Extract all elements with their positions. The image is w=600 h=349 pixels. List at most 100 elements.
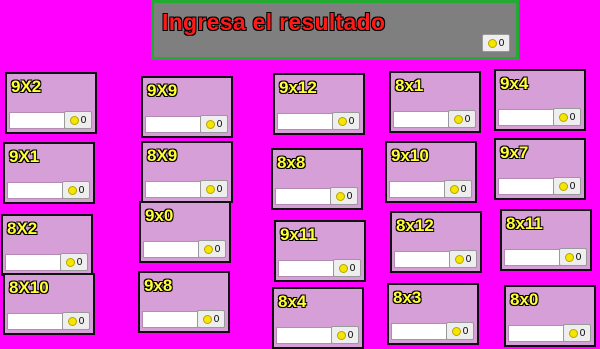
coin-icon xyxy=(449,184,459,194)
answer-input[interactable] xyxy=(7,313,63,330)
answer-input[interactable] xyxy=(9,112,65,129)
answer-input[interactable] xyxy=(277,113,333,130)
check-button[interactable]: 0 xyxy=(60,253,88,271)
answer-input[interactable] xyxy=(498,109,554,126)
answer-input[interactable] xyxy=(278,260,334,277)
problem-card: 8x12 0 xyxy=(390,211,482,273)
check-count: 0 xyxy=(569,180,576,192)
check-button[interactable]: 0 xyxy=(62,312,90,330)
problem-label: 8x1 xyxy=(395,76,424,95)
problem-label: 8x3 xyxy=(393,288,422,307)
check-button[interactable]: 0 xyxy=(449,250,477,268)
answer-input[interactable] xyxy=(276,327,332,344)
answer-input[interactable] xyxy=(7,182,63,199)
check-button[interactable]: 0 xyxy=(198,240,226,258)
check-button[interactable]: 0 xyxy=(64,111,92,129)
check-button[interactable]: 0 xyxy=(332,112,360,130)
problem-label: 8X10 xyxy=(9,278,49,297)
check-button[interactable]: 0 xyxy=(553,177,581,195)
check-count: 0 xyxy=(78,184,85,196)
problem-card: 8x8 0 xyxy=(271,148,363,210)
check-count: 0 xyxy=(575,251,582,263)
check-button[interactable]: 0 xyxy=(62,181,90,199)
answer-input[interactable] xyxy=(504,249,560,266)
coin-icon xyxy=(65,257,75,267)
problem-label: 8x11 xyxy=(506,214,543,233)
coin-icon xyxy=(564,252,574,262)
check-count: 0 xyxy=(569,111,576,123)
answer-input[interactable] xyxy=(498,178,554,195)
answer-input[interactable] xyxy=(145,116,201,133)
answer-input[interactable] xyxy=(391,323,447,340)
problem-label: 9X1 xyxy=(9,147,40,166)
check-button[interactable]: 0 xyxy=(200,180,228,198)
check-button[interactable]: 0 xyxy=(330,187,358,205)
coin-icon xyxy=(454,254,464,264)
header-panel: Ingresa el resultado 0 xyxy=(151,0,519,60)
check-count: 0 xyxy=(216,118,223,130)
check-count: 0 xyxy=(80,114,87,126)
problem-card: 9x4 0 xyxy=(494,69,586,131)
problem-card: 9x8 0 xyxy=(138,271,230,333)
problem-card: 8X10 0 xyxy=(3,273,95,335)
problem-label: 9X9 xyxy=(147,81,178,100)
coin-icon xyxy=(202,314,212,324)
problem-label: 9x11 xyxy=(280,225,317,244)
check-button[interactable]: 0 xyxy=(331,326,359,344)
check-count: 0 xyxy=(213,313,220,325)
answer-input[interactable] xyxy=(508,325,564,342)
check-button[interactable]: 0 xyxy=(446,322,474,340)
problem-label: 8x8 xyxy=(277,153,306,172)
problem-label: 9x4 xyxy=(500,74,529,93)
coin-icon xyxy=(453,114,463,124)
answer-input[interactable] xyxy=(142,311,198,328)
problem-label: 8x12 xyxy=(396,216,434,235)
check-button[interactable]: 0 xyxy=(553,108,581,126)
problem-card: 9X9 0 xyxy=(141,76,233,138)
coin-icon xyxy=(336,330,346,340)
coin-icon xyxy=(558,181,568,191)
problem-label: 9x0 xyxy=(145,206,174,225)
coin-icon xyxy=(558,112,568,122)
coin-icon xyxy=(338,263,348,273)
coin-icon xyxy=(487,38,497,48)
problem-card: 8X9 0 xyxy=(141,141,233,203)
problem-label: 9X2 xyxy=(11,77,42,96)
answer-input[interactable] xyxy=(275,188,331,205)
check-button[interactable]: 0 xyxy=(563,324,591,342)
answer-input[interactable] xyxy=(143,241,199,258)
score-button[interactable]: 0 xyxy=(482,34,510,52)
problem-label: 9x8 xyxy=(144,276,173,295)
coin-icon xyxy=(67,316,77,326)
problem-card: 9x12 0 xyxy=(273,73,365,135)
problem-card: 8x11 0 xyxy=(500,209,592,271)
page-title: Ingresa el resultado xyxy=(162,9,386,35)
check-button[interactable]: 0 xyxy=(200,115,228,133)
problem-label: 9x7 xyxy=(500,143,529,162)
answer-input[interactable] xyxy=(394,251,450,268)
check-count: 0 xyxy=(464,113,471,125)
coin-icon xyxy=(205,184,215,194)
problem-card: 8x0 0 xyxy=(504,285,596,347)
coin-icon xyxy=(337,116,347,126)
problem-card: 9x0 0 xyxy=(139,201,231,263)
answer-input[interactable] xyxy=(393,111,449,128)
check-count: 0 xyxy=(349,262,356,274)
problem-card: 9X2 0 xyxy=(5,72,97,134)
check-button[interactable]: 0 xyxy=(197,310,225,328)
check-button[interactable]: 0 xyxy=(444,180,472,198)
check-button[interactable]: 0 xyxy=(448,110,476,128)
problem-label: 9x12 xyxy=(279,78,317,97)
check-button[interactable]: 0 xyxy=(333,259,361,277)
check-button[interactable]: 0 xyxy=(559,248,587,266)
answer-input[interactable] xyxy=(389,181,445,198)
problem-card: 9x11 0 xyxy=(274,220,366,282)
coin-icon xyxy=(568,328,578,338)
coin-icon xyxy=(67,185,77,195)
check-count: 0 xyxy=(460,183,467,195)
answer-input[interactable] xyxy=(5,254,61,271)
problem-card: 9x7 0 xyxy=(494,138,586,200)
answer-input[interactable] xyxy=(145,181,201,198)
check-count: 0 xyxy=(579,327,586,339)
problem-label: 9x10 xyxy=(391,146,429,165)
